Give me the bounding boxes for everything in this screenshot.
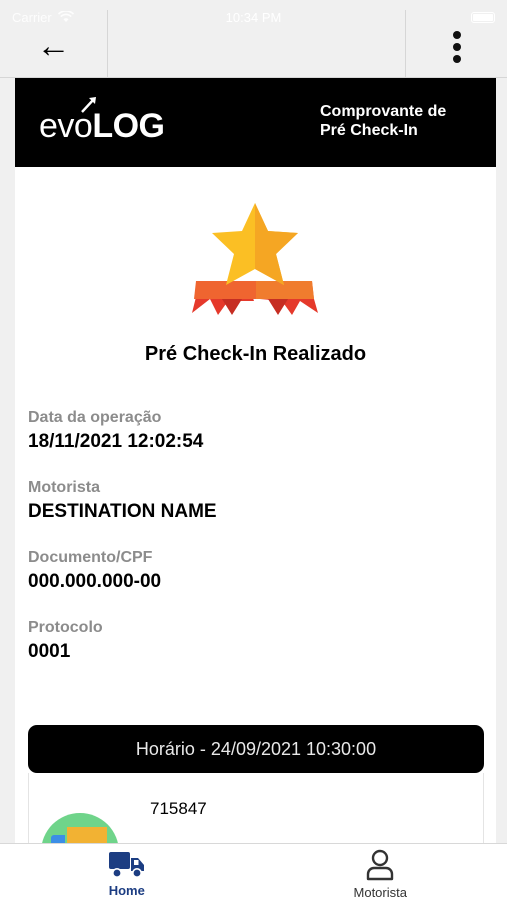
field-driver: Motorista DESTINATION NAME bbox=[28, 479, 496, 535]
status-title: Pré Check-In Realizado bbox=[144, 343, 367, 365]
more-vertical-icon bbox=[452, 31, 461, 63]
status-bar: Carrier 10:34 PM bbox=[0, 0, 507, 34]
tab-motorista[interactable]: Motorista bbox=[254, 844, 507, 900]
schedule-item-number: 715847 bbox=[150, 799, 207, 818]
field-value: 000.000.000-00 bbox=[28, 571, 162, 592]
field-protocol: Protocolo 0001 bbox=[28, 619, 496, 675]
receipt-title: Comprovante de Pré Check-In bbox=[320, 102, 447, 139]
field-value: 0001 bbox=[28, 641, 71, 662]
field-value: 18/11/2021 12:02:54 bbox=[28, 431, 204, 452]
tab-label: Home bbox=[108, 883, 145, 898]
evolog-logo: evo LOG bbox=[39, 97, 165, 146]
battery-icon bbox=[471, 11, 495, 23]
details-list: Data da operação 18/11/2021 12:02:54 Mot… bbox=[15, 409, 496, 675]
user-icon bbox=[367, 849, 394, 881]
field-value: DESTINATION NAME bbox=[28, 501, 217, 522]
logo-suffix: LOG bbox=[92, 107, 165, 145]
truck-icon bbox=[108, 852, 144, 878]
field-label: Motorista bbox=[28, 479, 100, 496]
tab-bar: Home Motorista bbox=[0, 843, 507, 900]
schedule-list-item[interactable]: 715847 bbox=[28, 773, 484, 891]
field-label: Protocolo bbox=[28, 619, 103, 636]
arrow-left-icon: ← bbox=[36, 27, 71, 65]
logo-arrow-icon bbox=[81, 97, 96, 113]
receipt-card: evo LOG Comprovante de Pré Check-In Pré C… bbox=[15, 78, 496, 891]
brand-header: evo LOG Comprovante de Pré Check-In bbox=[15, 78, 496, 167]
status-time: 10:34 PM bbox=[225, 10, 282, 25]
schedule-header: Horário - 24/09/2021 10:30:00 bbox=[28, 725, 484, 773]
badge-area bbox=[15, 167, 496, 327]
field-label: Data da operação bbox=[28, 409, 162, 426]
star-ribbon-badge-icon bbox=[192, 203, 318, 315]
tab-home[interactable]: Home bbox=[0, 844, 254, 900]
tab-label: Motorista bbox=[353, 885, 407, 900]
field-operation-date: Data da operação 18/11/2021 12:02:54 bbox=[28, 409, 496, 465]
field-label: Documento/CPF bbox=[28, 549, 153, 566]
field-document: Documento/CPF 000.000.000-00 bbox=[28, 549, 496, 605]
